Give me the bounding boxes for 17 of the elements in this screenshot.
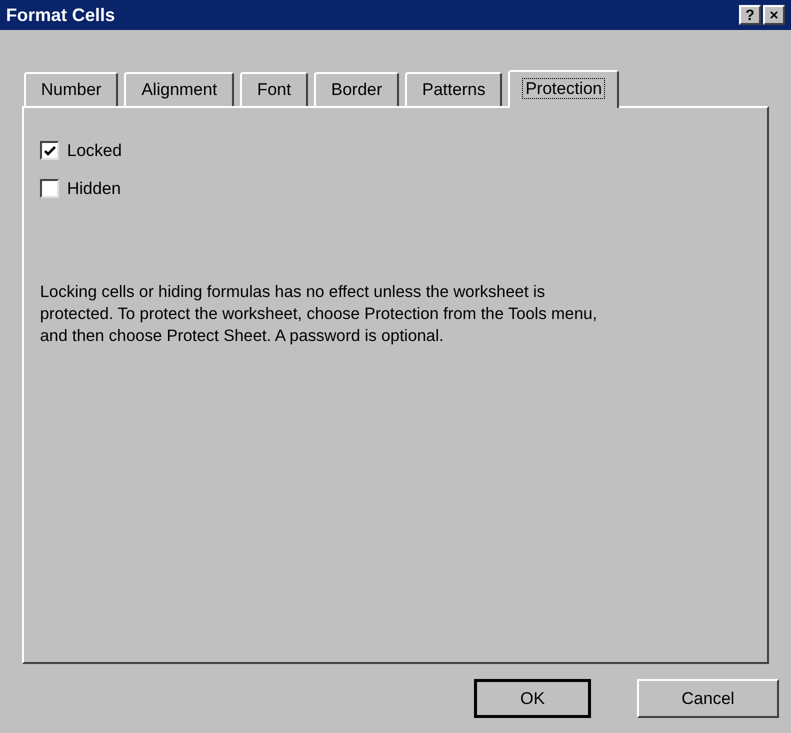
ok-button[interactable]: OK — [474, 679, 591, 718]
tab[interactable]: Font — [240, 72, 308, 106]
checkmark-icon — [44, 146, 56, 156]
tab[interactable]: Number — [24, 72, 118, 106]
checkbox[interactable] — [40, 141, 59, 160]
tab[interactable]: Alignment — [124, 72, 234, 106]
cancel-button[interactable]: Cancel — [637, 679, 779, 718]
checkbox-label[interactable]: Hidden — [67, 176, 121, 201]
checkbox-label[interactable]: Locked — [67, 138, 122, 164]
protection-note: Locking cells or hiding formulas has no effect unless the worksheet is protected. To protect the worksheet, choose Protection from the Tools menu, and then choose Protect Sheet. A password is optional. — [40, 282, 598, 347]
checkbox[interactable] — [40, 178, 59, 198]
tab[interactable]: Border — [314, 72, 400, 106]
close-button[interactable]: × — [763, 5, 785, 25]
tab[interactable]: Patterns — [405, 72, 502, 106]
help-button[interactable]: ? — [739, 5, 761, 25]
tab[interactable]: Protection — [508, 70, 619, 108]
window-title: Format Cells — [6, 4, 116, 26]
